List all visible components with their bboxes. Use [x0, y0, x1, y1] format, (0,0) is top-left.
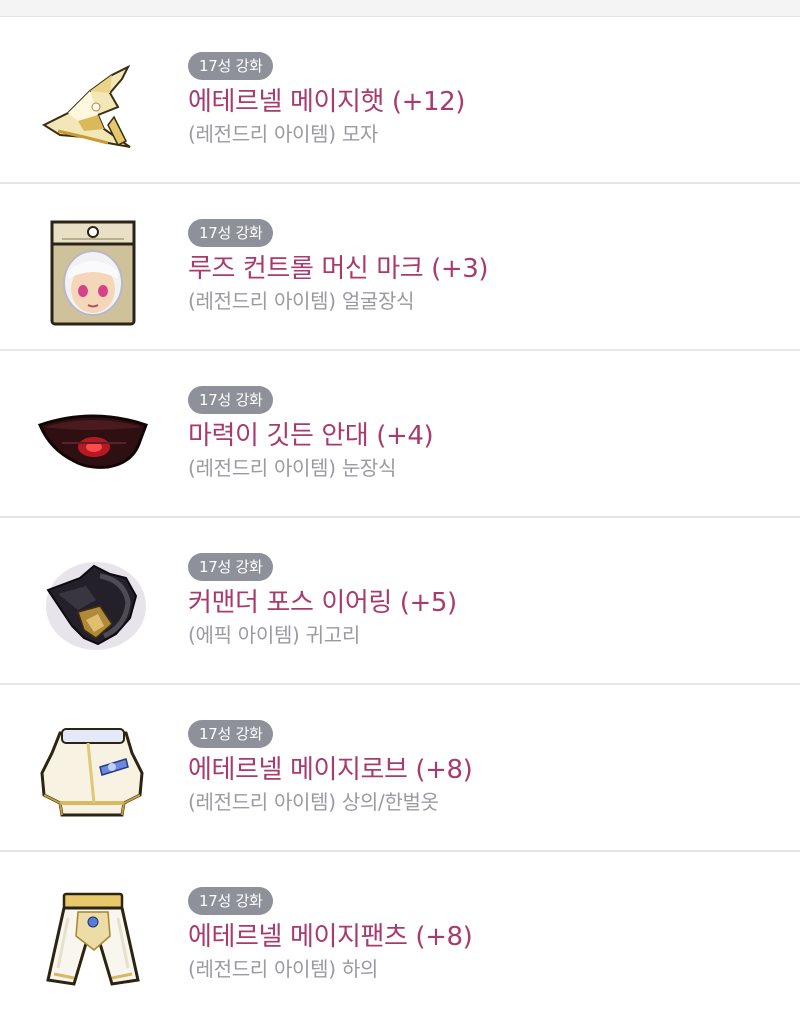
mage-pants-icon	[38, 890, 148, 990]
item-name[interactable]: 커맨더 포스 이어링 (+5)	[188, 587, 457, 619]
item-type: (레전드리 아이템) 모자	[188, 122, 379, 146]
item-name[interactable]: 에테르넬 메이지팬츠 (+8)	[188, 921, 473, 953]
mage-hat-icon	[38, 55, 148, 155]
list-item[interactable]: 17성 강화 루즈 컨트롤 머신 마크 (+3) (레전드리 아이템) 얼굴장식	[0, 184, 800, 351]
enhance-badge: 17성 강화	[188, 887, 274, 915]
item-type: (레전드리 아이템) 상의/한벌옷	[188, 790, 439, 814]
item-name[interactable]: 에테르넬 메이지햇 (+12)	[188, 86, 465, 118]
item-type: (레전드리 아이템) 눈장식	[188, 456, 397, 480]
enhance-badge: 17성 강화	[188, 52, 274, 80]
machine-mark-icon	[38, 220, 148, 326]
item-name[interactable]: 에테르넬 메이지로브 (+8)	[188, 754, 473, 786]
item-name[interactable]: 루즈 컨트롤 머신 마크 (+3)	[188, 253, 489, 285]
enhance-badge: 17성 강화	[188, 720, 274, 748]
list-item[interactable]: 17성 강화 커맨더 포스 이어링 (+5) (에픽 아이템) 귀고리	[0, 518, 800, 685]
top-strip	[0, 0, 800, 17]
list-item[interactable]: 17성 강화 에테르넬 메이지햇 (+12) (레전드리 아이템) 모자	[0, 17, 800, 184]
item-type: (에픽 아이템) 귀고리	[188, 623, 360, 647]
enhance-badge: 17성 강화	[188, 219, 274, 247]
enhance-badge: 17성 강화	[188, 386, 274, 414]
list-item[interactable]: 17성 강화 마력이 깃든 안대 (+4) (레전드리 아이템) 눈장식	[0, 351, 800, 518]
item-type: (레전드리 아이템) 얼굴장식	[188, 289, 415, 313]
equipment-list: 17성 강화 에테르넬 메이지햇 (+12) (레전드리 아이템) 모자 17성…	[0, 17, 800, 1019]
earring-icon	[38, 556, 148, 656]
list-item[interactable]: 17성 강화 에테르넬 메이지로브 (+8) (레전드리 아이템) 상의/한벌옷	[0, 685, 800, 852]
item-name[interactable]: 마력이 깃든 안대 (+4)	[188, 420, 434, 452]
item-type: (레전드리 아이템) 하의	[188, 957, 379, 981]
mage-robe-icon	[38, 723, 148, 823]
enhance-badge: 17성 강화	[188, 553, 274, 581]
list-item[interactable]: 17성 강화 에테르넬 메이지팬츠 (+8) (레전드리 아이템) 하의	[0, 852, 800, 1019]
eyepatch-icon	[38, 389, 148, 489]
